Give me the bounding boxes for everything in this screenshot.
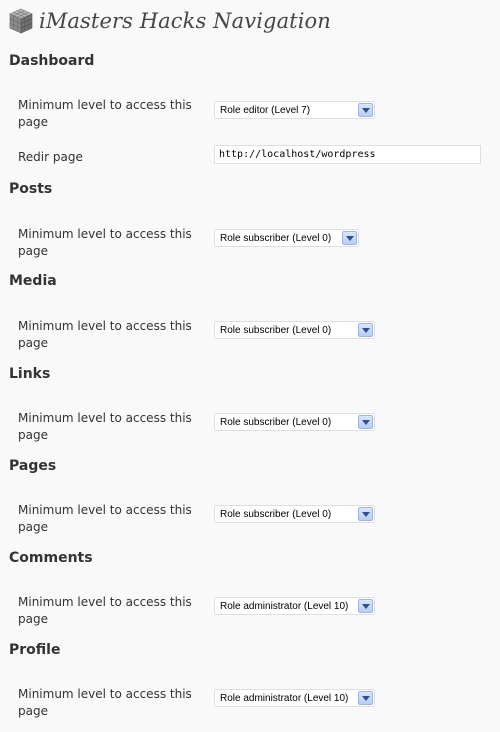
chevron-down-icon[interactable] [358, 507, 373, 521]
chevron-down-icon[interactable] [358, 415, 373, 429]
select-value: Role subscriber (Level 0) [220, 232, 332, 244]
min-level-label-dashboard: Minimum level to access this page [18, 98, 192, 129]
select-value: Role administrator (Level 10) [220, 600, 349, 612]
min-level-label-pages: Minimum level to access this page [18, 503, 192, 534]
select-value: Role subscriber (Level 0) [220, 416, 332, 428]
section-heading-comments: Comments [9, 550, 93, 566]
redir-page-input[interactable] [214, 145, 481, 164]
min-level-label-comments: Minimum level to access this page [18, 595, 192, 626]
min-level-select-pages[interactable]: Role subscriber (Level 0) [214, 505, 375, 523]
min-level-select-media[interactable]: Role subscriber (Level 0) [214, 321, 375, 339]
min-level-select-comments[interactable]: Role administrator (Level 10) [214, 597, 375, 615]
page-header: iMasters Hacks Navigation [8, 6, 331, 36]
select-value: Role administrator (Level 10) [220, 692, 349, 704]
section-heading-pages: Pages [9, 458, 57, 474]
chevron-down-icon[interactable] [358, 323, 373, 337]
section-heading-profile: Profile [9, 642, 61, 658]
chevron-down-icon[interactable] [358, 599, 373, 613]
min-level-select-dashboard[interactable]: Role editor (Level 7) [214, 101, 375, 119]
select-value: Role editor (Level 7) [220, 104, 311, 116]
redir-page-label: Redir page [18, 150, 83, 164]
section-heading-media: Media [9, 273, 57, 289]
select-value: Role subscriber (Level 0) [220, 324, 332, 336]
min-level-select-links[interactable]: Role subscriber (Level 0) [214, 413, 375, 431]
section-heading-dashboard: Dashboard [9, 53, 95, 69]
select-value: Role subscriber (Level 0) [220, 508, 332, 520]
chevron-down-icon[interactable] [358, 691, 373, 705]
chevron-down-icon[interactable] [358, 103, 373, 117]
min-level-label-links: Minimum level to access this page [18, 411, 192, 442]
min-level-label-profile: Minimum level to access this page [18, 687, 192, 718]
min-level-label-posts: Minimum level to access this page [18, 227, 192, 258]
chevron-down-icon[interactable] [342, 231, 357, 245]
section-heading-posts: Posts [9, 181, 53, 197]
grid-cube-icon [9, 8, 33, 34]
min-level-select-profile[interactable]: Role administrator (Level 10) [214, 689, 375, 707]
page-title: iMasters Hacks Navigation [39, 9, 331, 33]
min-level-select-posts[interactable]: Role subscriber (Level 0) [214, 229, 359, 247]
min-level-label-media: Minimum level to access this page [18, 319, 192, 350]
section-heading-links: Links [9, 366, 51, 382]
